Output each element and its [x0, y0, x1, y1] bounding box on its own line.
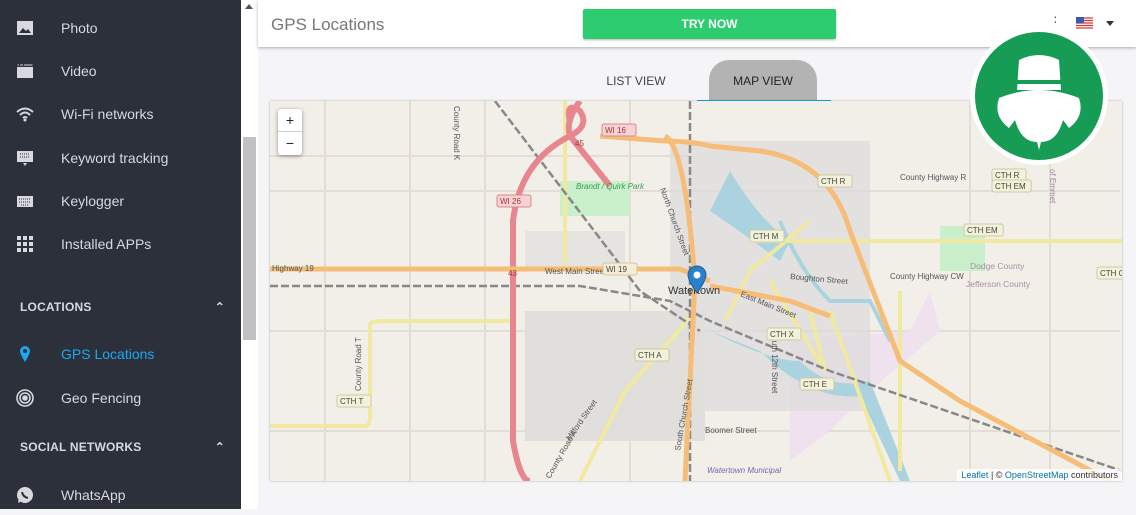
label-boomer: Boomer Street — [705, 426, 757, 435]
zoom-control: + − — [278, 109, 302, 155]
label-county-t: County Road T — [354, 337, 363, 391]
zoom-in-button[interactable]: + — [278, 109, 302, 132]
leaflet-link[interactable]: Leaflet — [961, 470, 988, 480]
shield-label-cthem2: CTH EM — [967, 226, 998, 235]
sidebar-item-wifi[interactable]: Wi-Fi networks — [0, 94, 241, 134]
shield-label-wi16: WI 16 — [605, 126, 626, 135]
label-dodge-county: Dodge County — [970, 261, 1025, 271]
scrollbar-thumb[interactable] — [243, 137, 256, 340]
label-county-k: County Road K — [452, 106, 461, 161]
sidebar-item-gps-locations[interactable]: GPS Locations — [0, 334, 241, 374]
whatsapp-icon — [14, 484, 36, 506]
wifi-icon — [14, 103, 36, 125]
sidebar-item-label: GPS Locations — [61, 346, 155, 362]
video-clapper-icon — [14, 60, 36, 82]
spy-logo — [970, 27, 1108, 165]
sidebar-item-label: Geo Fencing — [61, 390, 142, 406]
chevron-up-icon: ⌃ — [214, 440, 225, 454]
shield-label-ctht: CTH T — [340, 397, 364, 406]
chevron-up-icon: ⌃ — [214, 300, 225, 314]
shield-label-cthr2: CTH R — [995, 171, 1020, 180]
sidebar-item-keyword-tracking[interactable]: Keyword tracking — [0, 138, 241, 178]
shield-label-wi19: WI 19 — [606, 265, 627, 274]
attribution-separator: | © — [988, 470, 1005, 480]
section-title: LOCATIONS — [20, 300, 92, 314]
shield-label-cthm: CTH M — [753, 232, 779, 241]
shield-label-cthcw: CTH CW — [1100, 269, 1122, 278]
sidebar-item-label: Keyword tracking — [61, 150, 169, 166]
zoom-out-button[interactable]: − — [278, 132, 302, 155]
section-locations[interactable]: LOCATIONS ⌃ — [20, 300, 225, 314]
us-flag-icon[interactable] — [1076, 17, 1093, 29]
shield-label-i45: 45 — [575, 139, 584, 148]
sidebar-item-video[interactable]: Video — [0, 51, 241, 91]
label-highway-19: Highway 19 — [272, 264, 314, 273]
tab-list-view[interactable]: LIST VIEW — [586, 60, 686, 102]
shield-label-cthr: CTH R — [821, 177, 846, 186]
sidebar-item-label: Wi-Fi networks — [61, 106, 154, 122]
section-title: SOCIAL NETWORKS — [20, 440, 142, 454]
language-dropdown-caret[interactable] — [1106, 21, 1114, 26]
shield-label-cthem: CTH EM — [995, 182, 1026, 191]
section-social-networks[interactable]: SOCIAL NETWORKS ⌃ — [20, 440, 225, 454]
page-title: GPS Locations — [271, 15, 385, 34]
shield-label-ctha: CTH A — [638, 351, 662, 360]
target-icon — [14, 387, 36, 409]
sidebar-item-keylogger[interactable]: Keylogger — [0, 181, 241, 221]
sidebar-item-label: WhatsApp — [61, 487, 126, 503]
image-icon — [14, 17, 36, 39]
sidebar-item-photo[interactable]: Photo — [0, 8, 241, 48]
map-attribution: Leaflet | © OpenStreetMap contributors — [957, 469, 1122, 481]
try-now-button[interactable]: TRY NOW — [583, 9, 836, 39]
sidebar-item-label: Installed APPs — [61, 236, 152, 252]
sidebar: Photo Video Wi-Fi networks Keyword track… — [0, 0, 241, 509]
sidebar-item-label: Keylogger — [61, 193, 125, 209]
shield-label-wi26: WI 26 — [500, 197, 521, 206]
tab-map-view[interactable]: MAP VIEW — [709, 60, 817, 102]
label-jefferson-county: Jefferson County — [966, 279, 1031, 289]
apps-grid-icon — [14, 233, 36, 255]
osm-link[interactable]: OpenStreetMap — [1005, 470, 1069, 480]
shield-label-i43: 43 — [508, 269, 517, 278]
sidebar-item-whatsapp[interactable]: WhatsApp — [0, 475, 241, 515]
more-vertical-icon[interactable]: · · — [1053, 9, 1058, 28]
sidebar-item-geo-fencing[interactable]: Geo Fencing — [0, 378, 241, 418]
shield-label-cthe: CTH E — [803, 380, 827, 389]
sidebar-item-label: Video — [61, 63, 97, 79]
label-cw: County Highway CW — [890, 272, 964, 281]
keyboard-icon — [14, 190, 36, 212]
label-r: County Highway R — [900, 173, 966, 182]
sidebar-item-installed-apps[interactable]: Installed APPs — [0, 224, 241, 264]
label-emmet: of Emmet — [1048, 169, 1057, 204]
label-airport: Watertown Municipal — [707, 466, 781, 475]
sidebar-item-label: Photo — [61, 20, 98, 36]
attribution-suffix: contributors — [1068, 470, 1118, 480]
sidebar-scrollbar[interactable] — [241, 0, 258, 509]
spy-hat-icon — [997, 55, 1081, 150]
scroll-up-arrow[interactable] — [245, 4, 253, 9]
map-pin-icon — [14, 343, 36, 365]
monitor-keyboard-icon — [14, 147, 36, 169]
shield-label-cthx: CTH X — [770, 330, 795, 339]
label-park: Brandt / Quirk Park — [576, 182, 645, 191]
label-west-main: West Main Street — [545, 267, 607, 276]
